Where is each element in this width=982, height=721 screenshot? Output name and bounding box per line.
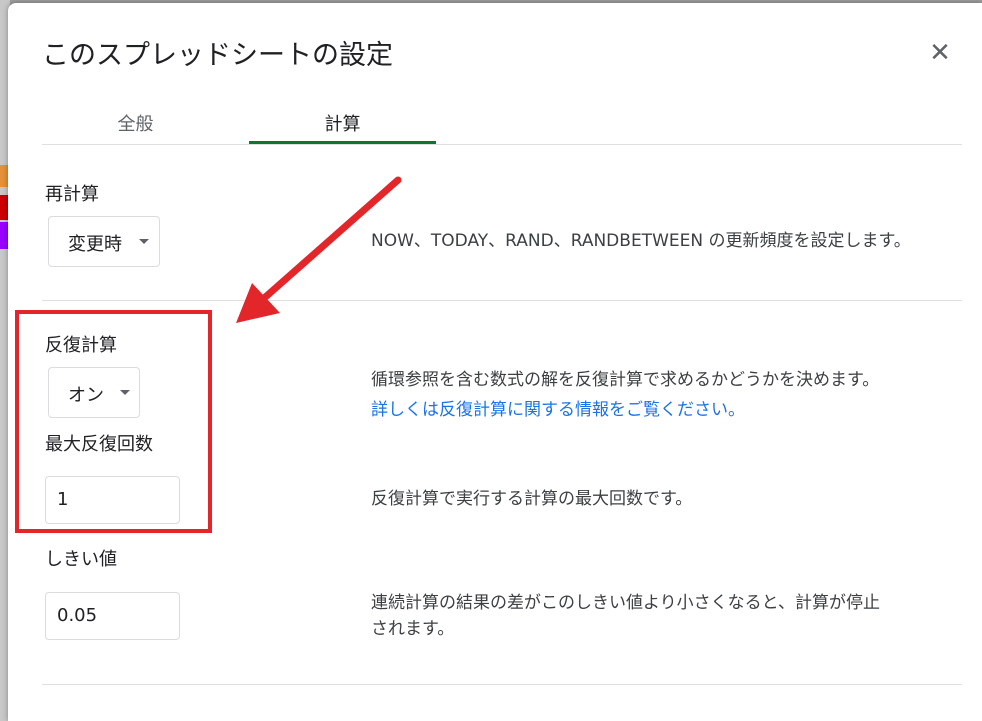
annotation-arrow-icon (236, 176, 402, 323)
